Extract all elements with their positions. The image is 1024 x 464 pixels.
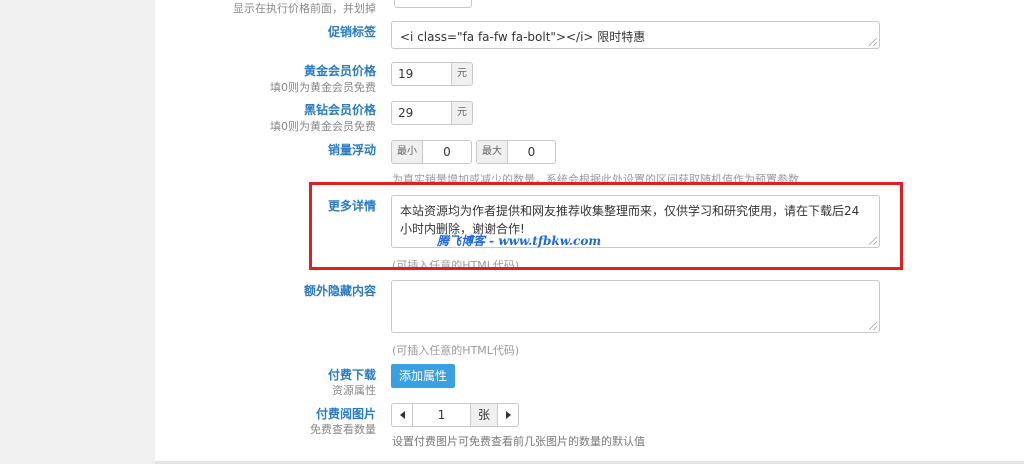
gold-price-sub: 填0则为黄金会员免费 [270, 81, 376, 94]
paid-images-label: 付费阅图片 [315, 407, 376, 421]
sales-min-value[interactable]: 0 [423, 141, 471, 163]
promo-tag-label: 促销标签 [327, 25, 376, 39]
decrement-button[interactable] [392, 404, 413, 426]
gold-price-unit: 元 [451, 63, 472, 85]
resize-grip-icon[interactable] [869, 38, 877, 46]
sales-float-hint: 为真实销量增加或减少的数量，系统会根据此处设置的区间获取随机值作为预置参数 [392, 173, 799, 186]
promo-tag-value: <i class="fa fa-fw fa-bolt"></i> 限时特惠 [400, 30, 646, 44]
paid-download-sub: 资源属性 [332, 384, 376, 397]
watermark-text: 腾飞博客 - www.tfbkw.com [437, 234, 602, 248]
black-price-label: 黑钻会员价格 [303, 103, 376, 117]
caret-right-icon [505, 411, 511, 419]
black-price-sub: 填0则为黄金会员免费 [270, 120, 376, 133]
promo-tag-textarea[interactable]: <i class="fa fa-fw fa-bolt"></i> 限时特惠 [391, 21, 880, 49]
gold-price-input[interactable]: 19 元 [391, 62, 473, 86]
more-details-label: 更多详情 [327, 199, 376, 213]
sales-max-value[interactable]: 0 [508, 141, 555, 163]
original-price-hint: 显示在执行价格前面，并划掉 [233, 2, 376, 15]
hidden-content-textarea[interactable] [391, 280, 880, 333]
resize-grip-icon[interactable] [869, 322, 877, 330]
gold-price-label: 黄金会员价格 [303, 64, 376, 78]
sales-max-input[interactable]: 最大 0 [476, 140, 556, 164]
paid-images-hint: 设置付费图片可免费查看前几张图片的数量的默认值 [392, 435, 645, 448]
sales-float-label: 销量浮动 [327, 143, 376, 157]
black-price-unit: 元 [451, 102, 472, 124]
add-attribute-button[interactable]: 添加属性 [391, 364, 456, 388]
hidden-content-hint: (可插入任意的HTML代码) [392, 344, 520, 357]
more-details-hint: (可插入任意的HTML代码) [392, 259, 520, 272]
paid-images-stepper[interactable]: 1 张 [391, 403, 519, 427]
caret-left-icon [399, 411, 405, 419]
paid-images-sub: 免费查看数量 [310, 423, 376, 436]
paid-download-label: 付费下载 [327, 368, 376, 382]
sales-max-label: 最大 [477, 141, 508, 163]
hidden-content-label: 额外隐藏内容 [303, 284, 376, 298]
black-price-input[interactable]: 29 元 [391, 101, 473, 125]
paid-images-value[interactable]: 1 [413, 404, 470, 426]
paid-images-unit: 张 [470, 404, 497, 426]
black-price-value[interactable]: 29 [392, 102, 451, 124]
gold-price-value[interactable]: 19 [392, 63, 451, 85]
sales-min-label: 最小 [392, 141, 423, 163]
original-price-input-partial[interactable] [394, 0, 472, 8]
sales-min-input[interactable]: 最小 0 [391, 140, 472, 164]
resize-grip-icon[interactable] [869, 237, 877, 245]
increment-button[interactable] [497, 404, 518, 426]
